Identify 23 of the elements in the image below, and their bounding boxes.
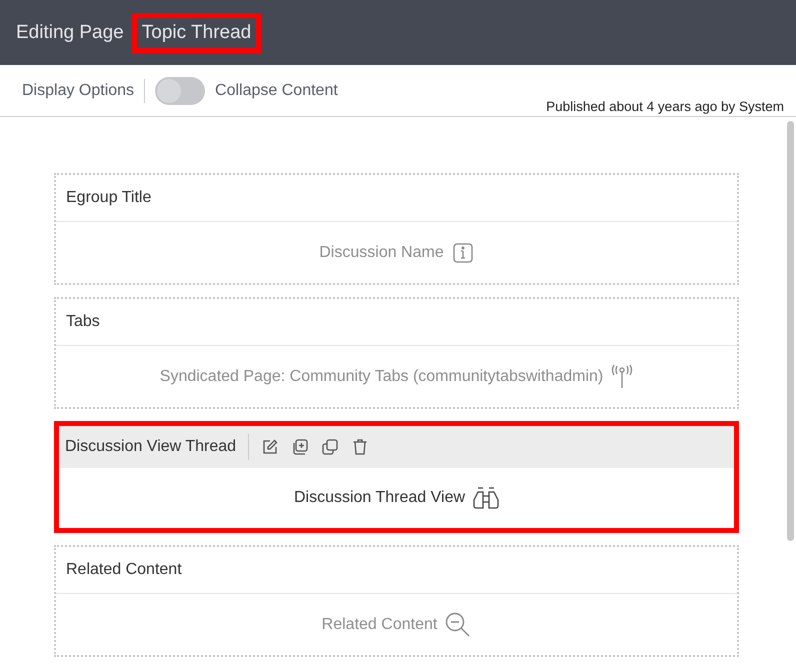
widget-card[interactable]: Tabs Syndicated Page: Community Tabs (communitytabswithadmin) [54,297,739,409]
display-options-button[interactable]: Display Options [22,82,134,100]
collapse-toggle[interactable] [155,76,206,104]
page-header-label: Editing Page [16,22,124,44]
scrollbar[interactable] [787,121,794,541]
toggle-label: Collapse Content [215,82,338,100]
widget-content-label: Syndicated Page: Community Tabs (communitytabswithadmin) [160,368,604,386]
widget-card[interactable]: Related Content Related Content [54,545,739,657]
widget-content-label: Discussion Name [319,244,444,262]
binoculars-icon [473,486,500,510]
widget-title: Related Content [66,561,182,579]
widget-card[interactable]: Discussion View Thread Discussion Thread View [54,421,739,533]
widget-title: Tabs [66,313,100,331]
widget-card[interactable]: Egroup Title Discussion Name [54,173,739,285]
zoom-out-icon [445,612,472,638]
widget-content-label: Related Content [322,616,438,634]
widget-title: Egroup Title [66,189,152,207]
page-name: Topic Thread [132,12,262,52]
info-icon [452,242,474,264]
widget-title: Discussion View Thread [65,438,236,456]
antenna-icon [611,364,634,390]
widget-content-label: Discussion Thread View [294,489,466,507]
published-text: Published about 4 years ago by System [546,99,784,114]
